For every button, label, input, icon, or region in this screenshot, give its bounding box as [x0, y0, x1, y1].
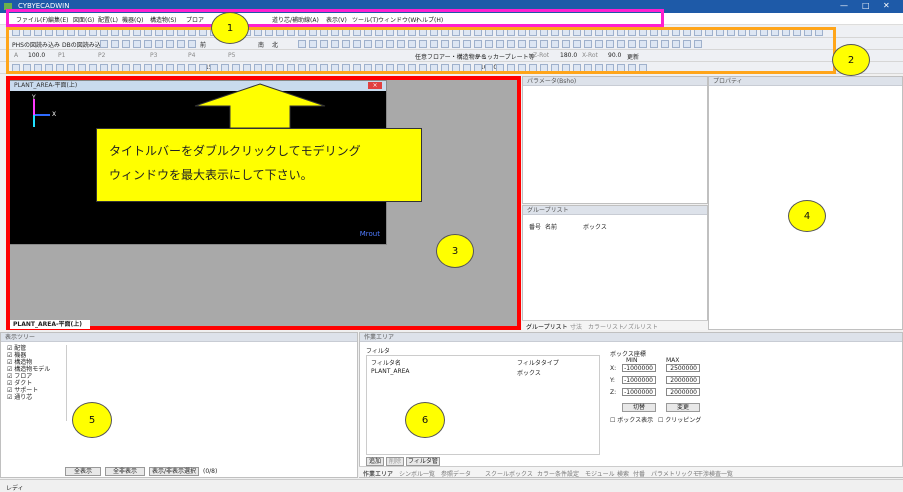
model-tab[interactable]: PLANT_AREA-平面(上) — [10, 320, 90, 329]
filter-row-name[interactable]: PLANT_AREA — [371, 368, 410, 375]
tab-search[interactable]: 検索 — [617, 469, 629, 478]
group-list-panel: グループリスト 番号 名前 ボックス — [522, 205, 708, 330]
status-bar: レディ — [0, 479, 903, 492]
y-min-input[interactable]: -1000000 — [622, 376, 656, 384]
group-col-number: 番号 — [529, 224, 542, 231]
filter-panel-title: 作業エリア — [360, 333, 902, 342]
filter-col-type: フィルタタイプ — [517, 360, 559, 367]
tree-item-gridline[interactable]: ☑ 通り芯 — [7, 394, 66, 401]
z-max-input[interactable]: 2000000 — [666, 388, 700, 396]
parameter-panel-title: パラメータ(Bsho) — [523, 77, 707, 86]
filter-panel: 作業エリア フィルタ フィルタ名 フィルタタイプ PLANT_AREA ボックス… — [359, 332, 903, 478]
tree-item-duct[interactable]: ☑ ダクト — [7, 380, 66, 387]
callout-number-3: 3 — [436, 234, 474, 268]
tree-item-equipment[interactable]: ☑ 機器 — [7, 352, 66, 359]
tree-item-structure-model[interactable]: ☑ 構造物モデル — [7, 366, 66, 373]
minimize-button[interactable]: — — [840, 1, 848, 10]
display-tree: ☑ 配管 ☑ 機器 ☑ 構造物 ☑ 構造物モデル ☑ フロア ☑ ダクト ☑ サ… — [7, 345, 67, 421]
tab-interference[interactable]: 干渉検査一覧 — [697, 469, 733, 478]
clipping-checkbox[interactable]: ☐ クリッピング — [658, 415, 701, 424]
close-button[interactable]: ✕ — [883, 1, 890, 10]
y-label: Y: — [610, 377, 615, 384]
tab-nozzle-list[interactable]: ノズルリスト — [622, 322, 658, 331]
x-label: X: — [610, 365, 617, 372]
delete-filter-button[interactable]: 削除 — [386, 457, 404, 466]
callout-number-2: 2 — [832, 44, 870, 76]
callout-number-5: 5 — [72, 402, 112, 438]
callout-number-6: 6 — [405, 402, 445, 438]
tab-numbering[interactable]: 付番 — [633, 469, 645, 478]
tab-module[interactable]: モジュール — [585, 469, 615, 478]
tab-parametric[interactable]: パラメトリックモ — [651, 469, 699, 478]
tree-panel: 表示ツリー ☑ 配管 ☑ 機器 ☑ 構造物 ☑ 構造物モデル ☑ フロア ☑ ダ… — [0, 332, 358, 478]
hide-all-button[interactable]: 全非表示 — [105, 467, 145, 476]
change-button[interactable]: 変更 — [666, 403, 700, 412]
tab-work-area[interactable]: 作業エリア — [363, 469, 393, 478]
tab-school-box[interactable]: スクールボックス — [485, 469, 533, 478]
tab-symbol-list[interactable]: シンボル一覧 — [399, 469, 435, 478]
filter-list: フィルタ名 フィルタタイプ PLANT_AREA ボックス — [366, 355, 600, 455]
group-col-box: ボックス — [583, 224, 607, 231]
bottom-tabs: 作業エリア シンボル一覧 参照データ スクールボックス カラー条件設定 モジュー… — [359, 466, 903, 478]
tab-color-list[interactable]: カラーリスト — [588, 322, 624, 331]
min-label: MIN — [626, 357, 638, 364]
group-tabs: グループリスト 寸法 カラーリスト ノズルリスト — [522, 320, 708, 331]
model-area-highlight-box — [6, 76, 521, 330]
status-text: レディ — [6, 485, 24, 492]
z-label: Z: — [610, 389, 617, 396]
y-max-input[interactable]: 2000000 — [666, 376, 700, 384]
tab-dimension[interactable]: 寸法 — [570, 322, 582, 331]
max-label: MAX — [666, 357, 680, 364]
toggle-select-button[interactable]: 表示/非表示選択 — [149, 467, 199, 476]
tab-reference-data[interactable]: 参照データ — [441, 469, 471, 478]
tree-count: (0/8) — [203, 468, 218, 475]
maximize-button[interactable]: □ — [862, 1, 870, 10]
x-max-input[interactable]: 2500000 — [666, 364, 700, 372]
box-display-checkbox[interactable]: ☐ ボックス表示 — [610, 415, 653, 424]
tree-panel-title: 表示ツリー — [1, 333, 357, 342]
x-min-input[interactable]: -1000000 — [622, 364, 656, 372]
filter-manage-button[interactable]: フィルタ管理 — [406, 457, 440, 473]
show-all-button[interactable]: 全表示 — [65, 467, 101, 476]
group-col-name: 名前 — [545, 224, 558, 231]
callout-number-4: 4 — [788, 200, 826, 232]
tree-item-structure[interactable]: ☑ 構造物 — [7, 359, 66, 366]
property-panel-title: プロパティ — [709, 77, 902, 86]
filter-row-type[interactable]: ボックス — [517, 368, 541, 377]
tree-item-floor[interactable]: ☑ フロア — [7, 373, 66, 380]
callout-number-1: 1 — [211, 12, 249, 44]
parameter-panel: パラメータ(Bsho) — [522, 76, 708, 204]
toolbar-highlight-box — [6, 27, 836, 74]
z-min-input[interactable]: -1000000 — [622, 388, 656, 396]
filter-label: フィルタ — [366, 348, 390, 355]
add-filter-button[interactable]: 追加 — [366, 457, 384, 466]
tree-item-piping[interactable]: ☑ 配管 — [7, 345, 66, 352]
tab-color-condition[interactable]: カラー条件設定 — [537, 469, 579, 478]
menu-highlight-box — [6, 9, 664, 27]
tree-item-support[interactable]: ☑ サポート — [7, 387, 66, 394]
cut-button[interactable]: 切替 — [622, 403, 656, 412]
tab-group-list[interactable]: グループリスト — [526, 322, 568, 331]
group-panel-title: グループリスト — [523, 206, 707, 215]
filter-col-name: フィルタ名 — [371, 360, 401, 367]
